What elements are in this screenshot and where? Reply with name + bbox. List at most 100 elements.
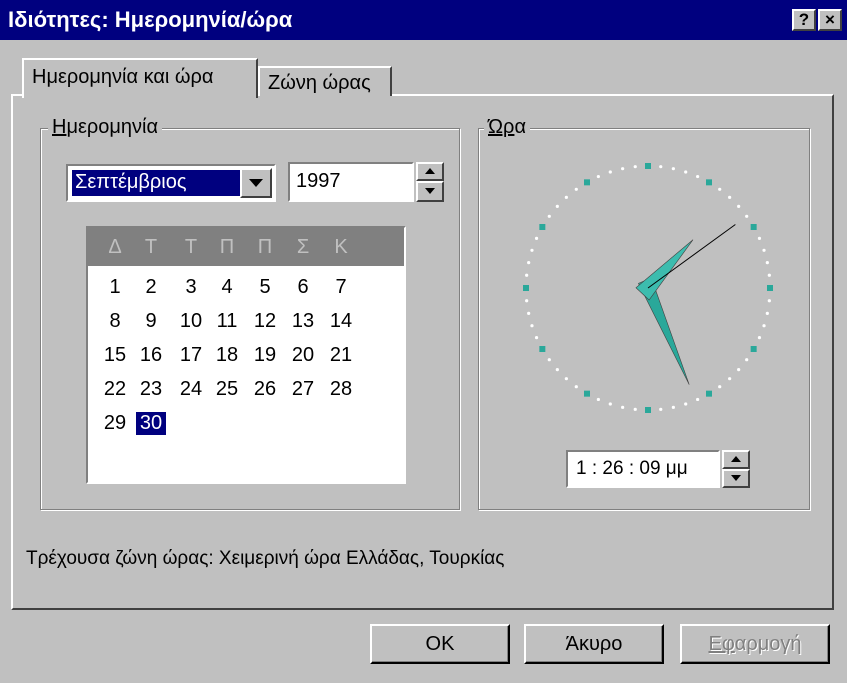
clock-minute-dot bbox=[621, 167, 625, 171]
clock-hour-marker bbox=[750, 346, 757, 352]
clock-minute-dot bbox=[633, 407, 637, 411]
calendar-day[interactable]: 15 bbox=[100, 344, 130, 367]
clock-minute-dot bbox=[596, 397, 600, 402]
calendar-day[interactable]: 18 bbox=[212, 344, 242, 367]
clock-minute-dot bbox=[757, 236, 762, 240]
help-button[interactable]: ? bbox=[792, 9, 816, 31]
month-value: Σεπτέμβριος bbox=[71, 169, 241, 197]
calendar-day-selected[interactable]: 30 bbox=[136, 412, 166, 435]
calendar-day[interactable]: 2 bbox=[136, 276, 166, 299]
current-timezone-label: Τρέχουσα ζώνη ώρας: Χειμερινή ώρα Ελλάδα… bbox=[26, 548, 505, 569]
calendar-day[interactable]: 13 bbox=[288, 310, 318, 333]
weekday-header: Σ bbox=[296, 236, 310, 258]
title-bar[interactable]: Ιδιότητες: Ημερομηνία/ώρα ? × bbox=[0, 0, 847, 40]
weekday-header: Τ bbox=[184, 236, 198, 258]
clock-hour-marker bbox=[645, 407, 651, 413]
time-group-label: Ώρα bbox=[484, 116, 530, 139]
date-group-label: Ημερομηνία bbox=[48, 116, 163, 139]
calendar-day[interactable]: 1 bbox=[100, 276, 130, 299]
month-dropdown[interactable]: Σεπτέμβριος bbox=[66, 164, 276, 202]
clock-minute-dot bbox=[527, 311, 531, 315]
calendar-day[interactable]: 24 bbox=[176, 378, 206, 401]
calendar-day[interactable]: 11 bbox=[212, 310, 242, 333]
clock-minute-dot bbox=[564, 195, 568, 199]
year-field[interactable]: 1997 bbox=[288, 162, 414, 202]
arrow-down-icon bbox=[731, 475, 741, 481]
calendar-day[interactable]: 17 bbox=[176, 344, 206, 367]
time-down-button[interactable] bbox=[722, 469, 750, 488]
clock-minute-dot bbox=[525, 299, 529, 303]
calendar-day[interactable]: 21 bbox=[326, 344, 356, 367]
clock-minute-dot bbox=[555, 204, 559, 208]
weekday-header: Κ bbox=[334, 236, 348, 258]
weekday-header: Δ bbox=[108, 236, 122, 258]
clock-minute-dot bbox=[608, 402, 612, 406]
time-up-button[interactable] bbox=[722, 450, 750, 469]
calendar-day[interactable]: 4 bbox=[212, 276, 242, 299]
year-up-button[interactable] bbox=[416, 162, 444, 181]
calendar-day[interactable]: 25 bbox=[212, 378, 242, 401]
calendar-day[interactable]: 8 bbox=[100, 310, 130, 333]
arrow-up-icon bbox=[731, 456, 741, 462]
calendar-day[interactable]: 20 bbox=[288, 344, 318, 367]
clock-minute-dot bbox=[525, 273, 529, 277]
apply-button[interactable]: Εφαρμογή bbox=[680, 624, 830, 664]
chevron-down-icon bbox=[249, 179, 263, 187]
calendar-day[interactable]: 23 bbox=[136, 378, 166, 401]
clock-minute-dot bbox=[671, 167, 675, 171]
calendar-day[interactable]: 16 bbox=[136, 344, 166, 367]
clock-minute-dot bbox=[659, 407, 663, 411]
tab-time-zone-label: Ζώνη ώρας bbox=[268, 72, 371, 94]
calendar-day[interactable]: 28 bbox=[326, 378, 356, 401]
clock-hour-marker bbox=[523, 285, 529, 291]
clock-minute-dot bbox=[745, 214, 749, 218]
clock-second-hand bbox=[647, 224, 736, 289]
calendar-day[interactable]: 5 bbox=[250, 276, 280, 299]
cancel-button[interactable]: Άκυρο bbox=[524, 624, 664, 664]
clock-minute-dot bbox=[684, 402, 688, 406]
clock-hour-marker bbox=[584, 390, 590, 397]
calendar-day[interactable]: 3 bbox=[176, 276, 206, 299]
calendar-day[interactable]: 27 bbox=[288, 378, 318, 401]
clock-minute-dot bbox=[530, 248, 534, 252]
weekday-header: Π bbox=[257, 236, 273, 258]
ok-button[interactable]: OK bbox=[370, 624, 510, 664]
clock-minute-dot bbox=[555, 368, 559, 372]
clock-minute-dot bbox=[534, 236, 539, 240]
time-field[interactable]: 1 : 26 : 09 μμ bbox=[566, 450, 720, 488]
calendar[interactable]: Δ Τ Τ Π Π Σ Κ 1 2 3 4 5 6 7 8 9 10 11 12 13 14 15 16 17 18 19 20 21… bbox=[86, 226, 406, 484]
clock-minute-dot bbox=[684, 170, 688, 174]
calendar-day[interactable]: 14 bbox=[326, 310, 356, 333]
calendar-day[interactable]: 19 bbox=[250, 344, 280, 367]
clock-hour-marker bbox=[539, 346, 546, 352]
calendar-day[interactable]: 9 bbox=[136, 310, 166, 333]
tab-time-zone[interactable]: Ζώνη ώρας bbox=[258, 66, 392, 96]
calendar-day[interactable]: 12 bbox=[250, 310, 280, 333]
clock-minute-dot bbox=[596, 174, 600, 179]
tab-date-time[interactable]: Ημερομηνία και ώρα bbox=[22, 58, 258, 98]
clock-minute-dot bbox=[574, 187, 578, 191]
analog-clock bbox=[523, 163, 773, 413]
clock-minute-dot bbox=[718, 385, 722, 389]
clock-minute-dot bbox=[728, 377, 732, 381]
clock-minute-dot bbox=[547, 214, 551, 218]
calendar-day[interactable]: 22 bbox=[100, 378, 130, 401]
clock-hour-marker bbox=[706, 179, 712, 186]
clock-minute-dot bbox=[534, 336, 539, 340]
calendar-day[interactable]: 7 bbox=[326, 276, 356, 299]
calendar-day[interactable]: 26 bbox=[250, 378, 280, 401]
calendar-day[interactable]: 6 bbox=[288, 276, 318, 299]
window-title: Ιδιότητες: Ημερομηνία/ώρα bbox=[8, 7, 293, 32]
clock-minute-dot bbox=[659, 165, 663, 169]
close-button[interactable]: × bbox=[818, 9, 842, 31]
month-dropdown-button[interactable] bbox=[240, 168, 272, 198]
clock-minute-dot bbox=[527, 261, 531, 265]
year-down-button[interactable] bbox=[416, 181, 444, 202]
clock-minute-dot bbox=[696, 174, 700, 179]
clock-minute-dot bbox=[621, 405, 625, 409]
calendar-day[interactable]: 29 bbox=[100, 412, 130, 435]
weekday-header: Τ bbox=[144, 236, 158, 258]
calendar-day[interactable]: 10 bbox=[176, 310, 206, 333]
clock-minute-dot bbox=[530, 324, 534, 328]
clock-hour-marker bbox=[584, 179, 590, 186]
